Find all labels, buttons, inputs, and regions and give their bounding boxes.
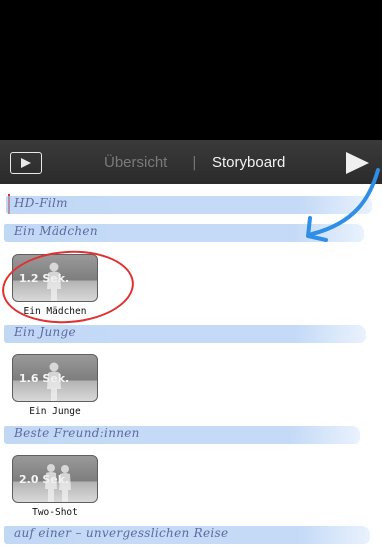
tab-storyboard[interactable]: Storyboard: [212, 154, 285, 171]
tab-divider: |: [192, 155, 197, 171]
play-in-box-icon: [21, 158, 31, 168]
film-title[interactable]: HD-Film: [14, 196, 68, 210]
caption-item[interactable]: auf einer – unvergesslichen Reise: [14, 526, 228, 540]
two-people-silhouette-icon: [45, 464, 71, 502]
clip-label: Two-Shot: [32, 507, 78, 518]
person-silhouette-icon: [47, 362, 61, 401]
caption-item[interactable]: Beste Freund:innen: [14, 426, 140, 440]
play-preview-button[interactable]: [10, 152, 42, 174]
caption-item[interactable]: Ein Junge: [14, 325, 76, 339]
video-preview[interactable]: [0, 0, 382, 140]
clip-thumbnail[interactable]: 2.0 Sek.: [12, 455, 98, 503]
clip-thumbnail[interactable]: 1.6 Sek.: [12, 354, 98, 402]
clip-label: Ein Junge: [29, 406, 81, 417]
caption-item[interactable]: Ein Mädchen: [14, 224, 98, 238]
tab-overview[interactable]: Übersicht: [104, 154, 167, 171]
curved-arrow-icon: [306, 168, 380, 242]
